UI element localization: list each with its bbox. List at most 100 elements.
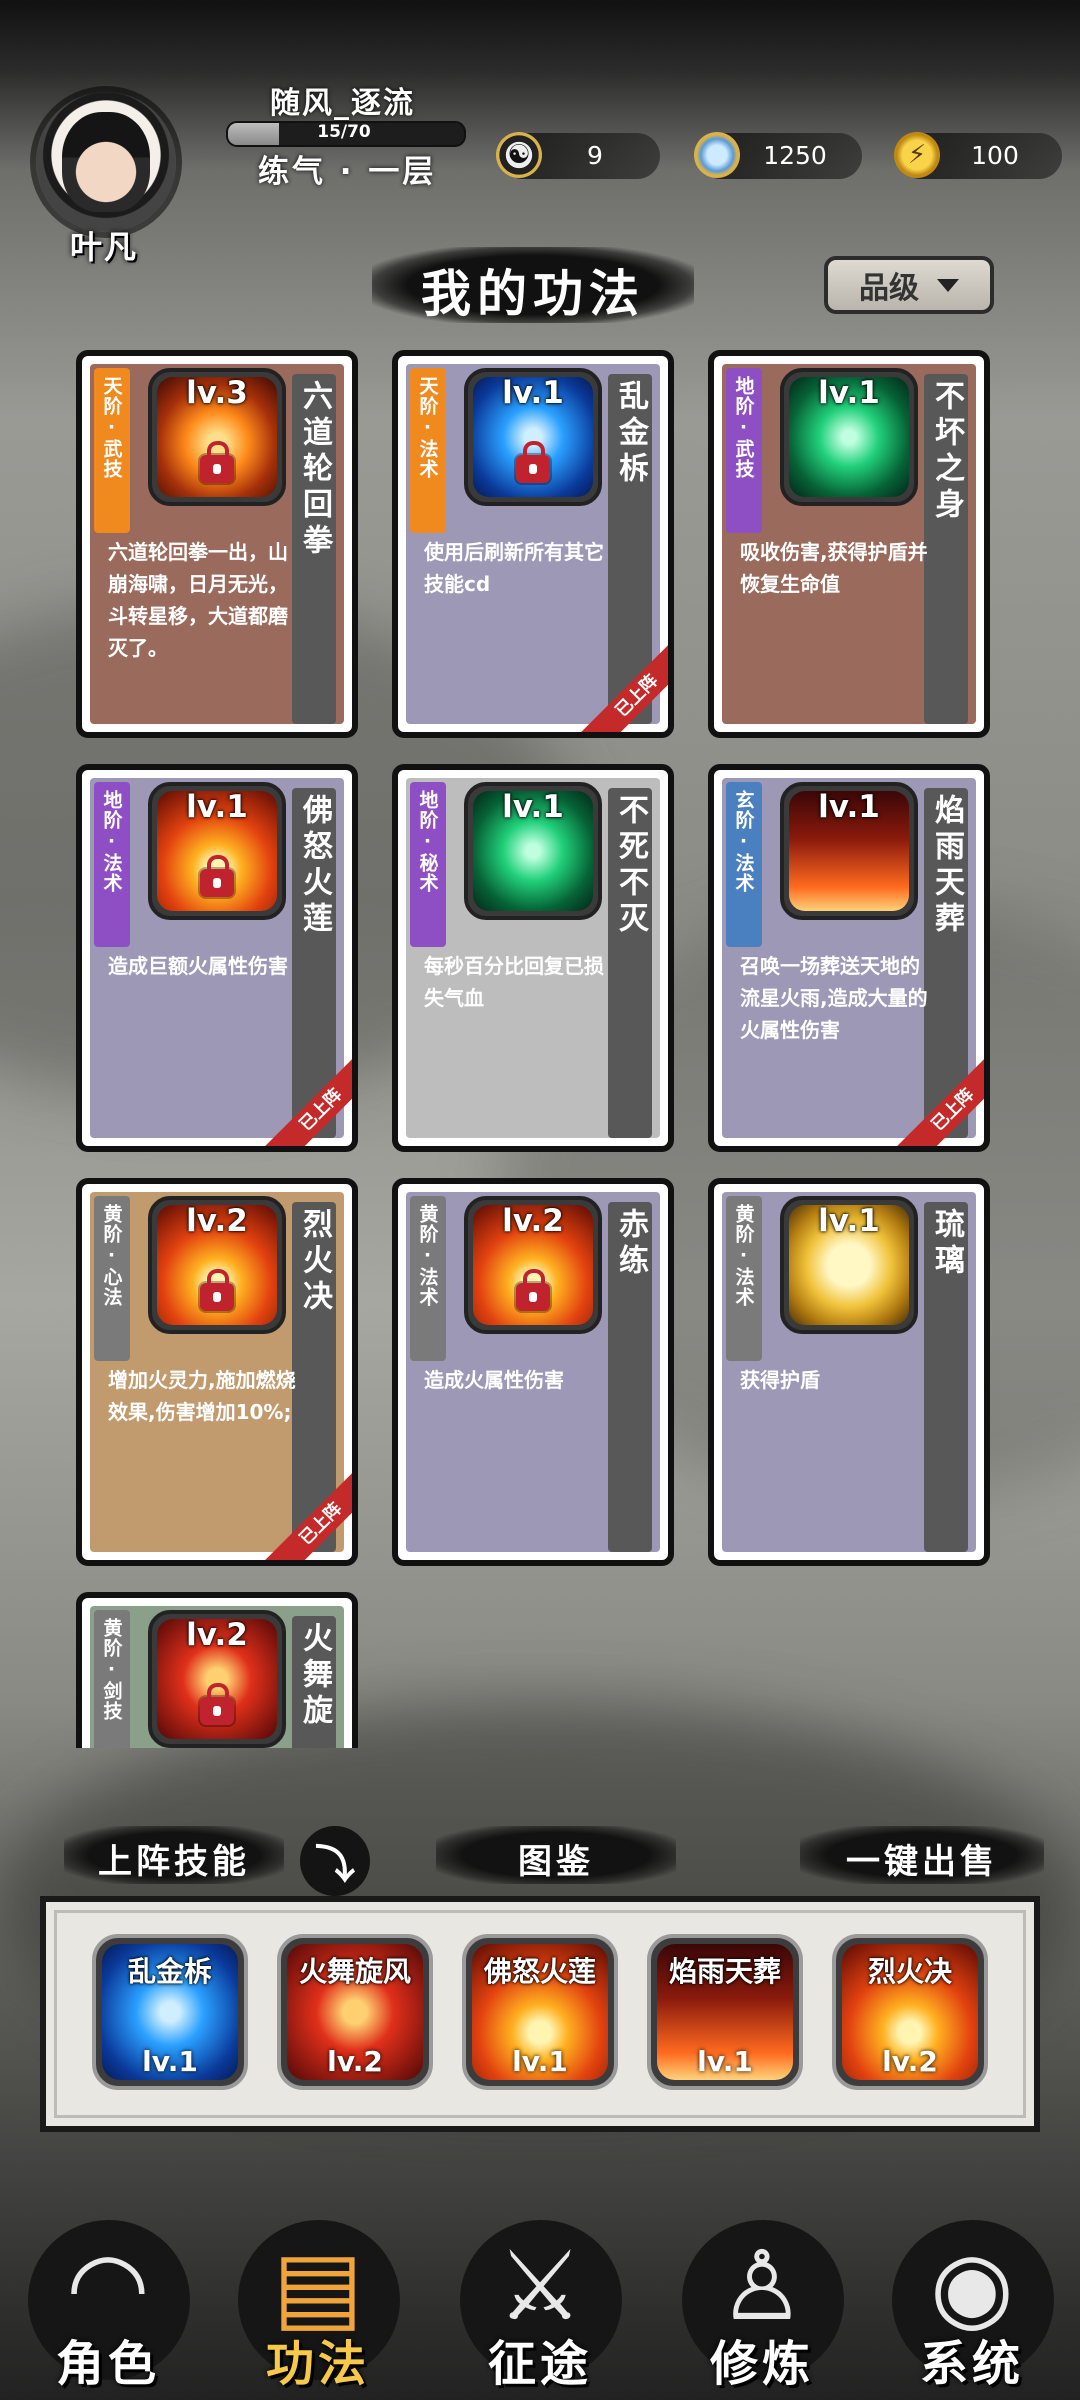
skill-card[interactable]: 地阶·秘术 不死不灭 lv.1 每秒百分比回复已损失气血 [392,764,674,1152]
equipped-skill-art: 佛怒火莲 lv.1 [472,1944,608,2080]
nav-label: 系统 [919,2336,1024,2392]
equipped-skill-level: lv.1 [697,2045,753,2078]
nav-meditation[interactable]: ♙ 修炼 [654,2170,870,2400]
skill-level: lv.1 [186,791,248,825]
skill-name: 赤练 [613,1208,648,1280]
skill-name: 火舞旋 [297,1622,332,1730]
equipped-slot[interactable]: 烈火决 lv.2 [832,1934,988,2090]
skill-description: 吸收伤害,获得护盾并恢复生命值 [740,540,928,596]
skill-icon: lv.2 [148,1196,286,1334]
skill-name: 乱金柝 [613,380,648,488]
nav-system[interactable]: ◉ 系统 [864,2170,1080,2400]
lock-icon [200,441,234,483]
nav-label: 修炼 [709,2336,814,2392]
skill-grade-tag: 玄阶·法术 [726,782,762,947]
resource-value: 1250 [763,141,827,170]
sort-button-label: 品级 [859,271,919,306]
resource-value: 100 [971,141,1019,170]
equipped-skill-level: lv.2 [882,2045,938,2078]
resource-value: 9 [587,141,603,170]
equipped-skills-panel: 乱金柝 lv.1 火舞旋风 lv.2 佛怒火莲 lv.1 焰雨天葬 lv.1 烈火决 lv.2 [40,1896,1040,2132]
skill-card[interactable]: 黄阶·法术 赤练 lv.2 造成火属性伤害 [392,1178,674,1566]
equipped-skill-name: 火舞旋风 [298,1955,411,1988]
resource-spirit-stone[interactable]: 1250 [694,132,862,179]
skill-description: 造成火属性伤害 [424,1368,564,1392]
equipped-skill-name: 烈火决 [867,1955,952,1988]
codex-button[interactable]: 图鉴 [436,1834,676,1883]
skill-description: 使用后刷新所有其它技能cd [424,540,604,596]
skill-art: lv.1 [473,377,593,497]
cultivation-realm: 练气 · 一层 [258,154,437,190]
equipped-skill-level: lv.1 [142,2045,198,2078]
sell-all-button[interactable]: 一键出售 [800,1834,1044,1883]
skill-art: lv.2 [473,1205,593,1325]
skill-description: 每秒百分比回复已损失气血 [424,954,604,1010]
collapse-button[interactable]: ⤵ [300,1826,370,1896]
nav-label: 角色 [55,2336,160,2392]
skill-name: 佛怒火莲 [297,794,332,938]
skill-icon: lv.1 [148,782,286,920]
skill-grade-tag: 天阶·武技 [94,368,130,533]
equipped-skill-art: 焰雨天葬 lv.1 [657,1944,793,2080]
resource-energy[interactable]: ⚡ 100 [894,132,1062,179]
xp-text: 15/70 [317,122,371,142]
resource-yin-yang[interactable]: ☯ 9 [496,132,660,179]
skill-icon: lv.3 [148,368,286,506]
skill-level: lv.3 [186,377,248,411]
skill-card[interactable]: 地阶·法术 佛怒火莲 lv.1 造成巨额火属性伤害 已上阵 [76,764,358,1152]
skill-level: lv.1 [502,791,564,825]
lock-icon [200,855,234,897]
sort-by-grade-button[interactable]: 品级 [824,256,994,314]
skill-level: lv.2 [186,1205,248,1239]
skill-icon: lv.1 [780,1196,918,1334]
equipped-slot[interactable]: 乱金柝 lv.1 [92,1934,248,2090]
username: 随风_逐流 [270,86,415,121]
skill-icon: lv.1 [780,368,918,506]
skill-art: lv.2 [157,1619,277,1739]
skill-name: 不死不灭 [613,794,648,938]
lock-icon [516,441,550,483]
skill-card[interactable]: 黄阶·剑技 火舞旋 lv.2 [76,1592,358,1748]
lock-icon [200,1683,234,1725]
equipped-skill-art: 烈火决 lv.2 [842,1944,978,2080]
skill-grid[interactable]: 天阶·武技 六道轮回拳 lv.3 六道轮回拳一出，山崩海啸，日月无光，斗转星移，大道都… [60,350,1020,1748]
skill-art: lv.1 [157,791,277,911]
skill-card[interactable]: 玄阶·法术 焰雨天葬 lv.1 召唤一场葬送天地的流星火雨,造成大量的火属性伤害 已上阵 [708,764,990,1152]
nav-character[interactable]: ◠ 角色 [0,2170,216,2400]
skill-card[interactable]: 地阶·武技 不坏之身 lv.1 吸收伤害,获得护盾并恢复生命值 [708,350,990,738]
equipped-slot[interactable]: 佛怒火莲 lv.1 [462,1934,618,2090]
skill-level: lv.2 [186,1619,248,1653]
arrow-down-icon: ⤵ [315,1842,355,1888]
skill-description: 获得护盾 [740,1368,820,1392]
skill-icon: lv.1 [780,782,918,920]
caret-down-icon [937,278,959,292]
equipped-skill-name: 焰雨天葬 [668,1955,781,1988]
nav-label: 功法 [265,2336,370,2392]
nav-skill-book[interactable]: ▤ 功法 [210,2170,426,2400]
nav-label: 征途 [487,2336,592,2392]
skill-grade-tag: 天阶·法术 [410,368,446,533]
skill-art: lv.2 [157,1205,277,1325]
skill-card[interactable]: 天阶·法术 乱金柝 lv.1 使用后刷新所有其它技能cd 已上阵 [392,350,674,738]
equipped-skill-art: 火舞旋风 lv.2 [287,1944,423,2080]
equipped-skill-level: lv.2 [327,2045,383,2078]
skill-level: lv.1 [818,377,880,411]
equipped-slot[interactable]: 火舞旋风 lv.2 [277,1934,433,2090]
skill-card[interactable]: 黄阶·心法 烈火决 lv.2 增加火灵力,施加燃烧效果,伤害增加10%; 已上阵 [76,1178,358,1566]
lock-icon [516,1269,550,1311]
skill-description: 六道轮回拳一出，山崩海啸，日月无光，斗转星移，大道都磨灭了。 [108,540,288,660]
skill-level: lv.1 [818,791,880,825]
skill-card[interactable]: 黄阶·法术 琉璃 lv.1 获得护盾 [708,1178,990,1566]
skill-art: lv.3 [157,377,277,497]
equipped-slot[interactable]: 焰雨天葬 lv.1 [647,1934,803,2090]
skill-description: 造成巨额火属性伤害 [108,954,288,978]
skill-card[interactable]: 天阶·武技 六道轮回拳 lv.3 六道轮回拳一出，山崩海啸，日月无光，斗转星移，大道都… [76,350,358,738]
nav-journey-sword[interactable]: ⚔ 征途 [432,2170,648,2400]
skill-name: 琉璃 [929,1208,964,1280]
skill-grade-tag: 地阶·武技 [726,368,762,533]
page-title: 我的功法 [421,265,645,323]
skill-level: lv.2 [502,1205,564,1239]
skill-grade-tag: 地阶·法术 [94,782,130,947]
skill-icon: lv.1 [464,368,602,506]
skill-icon: lv.2 [148,1610,286,1748]
